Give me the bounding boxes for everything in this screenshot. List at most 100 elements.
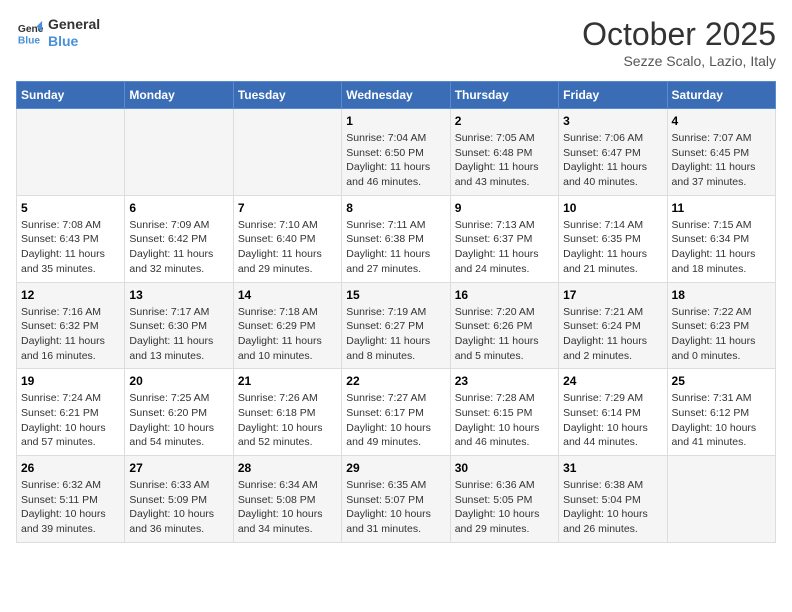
calendar-cell: 12 Sunrise: 7:16 AM Sunset: 6:32 PM Dayli… [17,282,125,369]
day-info: Sunrise: 7:04 AM Sunset: 6:50 PM Dayligh… [346,131,445,190]
day-info: Sunrise: 7:14 AM Sunset: 6:35 PM Dayligh… [563,218,662,277]
day-header-tuesday: Tuesday [233,82,341,109]
logo-icon: General Blue [16,19,44,47]
day-number: 13 [129,288,228,302]
calendar-cell: 9 Sunrise: 7:13 AM Sunset: 6:37 PM Daylig… [450,195,558,282]
day-info: Sunrise: 6:36 AM Sunset: 5:05 PM Dayligh… [455,478,554,537]
day-info: Sunrise: 7:25 AM Sunset: 6:20 PM Dayligh… [129,391,228,450]
logo-line1: General [48,16,100,33]
day-number: 31 [563,461,662,475]
calendar-cell [233,109,341,196]
calendar-cell: 28Sunrise: 6:34 AM Sunset: 5:08 PM Dayli… [233,456,341,543]
day-info: Sunrise: 6:38 AM Sunset: 5:04 PM Dayligh… [563,478,662,537]
calendar-cell: 27 Sunrise: 6:33 AM Sunset: 5:09 PM Dayli… [125,456,233,543]
day-info: Sunrise: 6:34 AM Sunset: 5:08 PM Dayligh… [238,478,337,537]
day-info: Sunrise: 7:10 AM Sunset: 6:40 PM Dayligh… [238,218,337,277]
day-number: 18 [672,288,771,302]
day-number: 9 [455,201,554,215]
day-info: Sunrise: 7:16 AM Sunset: 6:32 PM Dayligh… [21,305,120,364]
day-number: 2 [455,114,554,128]
day-info: Sunrise: 6:35 AM Sunset: 5:07 PM Dayligh… [346,478,445,537]
day-info: Sunrise: 7:28 AM Sunset: 6:15 PM Dayligh… [455,391,554,450]
day-info: Sunrise: 7:31 AM Sunset: 6:12 PM Dayligh… [672,391,771,450]
day-info: Sunrise: 7:05 AM Sunset: 6:48 PM Dayligh… [455,131,554,190]
day-info: Sunrise: 6:32 AM Sunset: 5:11 PM Dayligh… [21,478,120,537]
day-number: 22 [346,374,445,388]
day-number: 17 [563,288,662,302]
calendar-cell: 24Sunrise: 7:29 AM Sunset: 6:14 PM Dayli… [559,369,667,456]
day-info: Sunrise: 7:07 AM Sunset: 6:45 PM Dayligh… [672,131,771,190]
calendar-cell: 16 Sunrise: 7:20 AM Sunset: 6:26 PM Dayli… [450,282,558,369]
day-number: 23 [455,374,554,388]
day-number: 3 [563,114,662,128]
day-info: Sunrise: 7:17 AM Sunset: 6:30 PM Dayligh… [129,305,228,364]
day-info: Sunrise: 7:08 AM Sunset: 6:43 PM Dayligh… [21,218,120,277]
day-number: 24 [563,374,662,388]
calendar-cell: 21 Sunrise: 7:26 AM Sunset: 6:18 PM Dayli… [233,369,341,456]
day-number: 14 [238,288,337,302]
day-number: 1 [346,114,445,128]
day-info: Sunrise: 7:26 AM Sunset: 6:18 PM Dayligh… [238,391,337,450]
week-row-5: 26Sunrise: 6:32 AM Sunset: 5:11 PM Dayli… [17,456,776,543]
page-header: General Blue General Blue October 2025 S… [16,16,776,69]
day-info: Sunrise: 7:18 AM Sunset: 6:29 PM Dayligh… [238,305,337,364]
calendar-cell: 7 Sunrise: 7:10 AM Sunset: 6:40 PM Daylig… [233,195,341,282]
days-header-row: SundayMondayTuesdayWednesdayThursdayFrid… [17,82,776,109]
day-number: 25 [672,374,771,388]
day-number: 15 [346,288,445,302]
calendar-cell: 18 Sunrise: 7:22 AM Sunset: 6:23 PM Dayli… [667,282,775,369]
day-info: Sunrise: 7:11 AM Sunset: 6:38 PM Dayligh… [346,218,445,277]
day-info: Sunrise: 7:06 AM Sunset: 6:47 PM Dayligh… [563,131,662,190]
calendar-cell: 11 Sunrise: 7:15 AM Sunset: 6:34 PM Dayli… [667,195,775,282]
day-number: 16 [455,288,554,302]
day-header-monday: Monday [125,82,233,109]
day-number: 20 [129,374,228,388]
day-info: Sunrise: 7:20 AM Sunset: 6:26 PM Dayligh… [455,305,554,364]
calendar-cell: 29 Sunrise: 6:35 AM Sunset: 5:07 PM Dayli… [342,456,450,543]
svg-text:Blue: Blue [18,35,41,46]
day-info: Sunrise: 7:21 AM Sunset: 6:24 PM Dayligh… [563,305,662,364]
location-subtitle: Sezze Scalo, Lazio, Italy [582,53,776,69]
day-number: 21 [238,374,337,388]
day-info: Sunrise: 7:09 AM Sunset: 6:42 PM Dayligh… [129,218,228,277]
day-number: 10 [563,201,662,215]
day-header-saturday: Saturday [667,82,775,109]
calendar-cell: 10 Sunrise: 7:14 AM Sunset: 6:35 PM Dayli… [559,195,667,282]
day-info: Sunrise: 7:15 AM Sunset: 6:34 PM Dayligh… [672,218,771,277]
day-number: 29 [346,461,445,475]
calendar-cell: 17 Sunrise: 7:21 AM Sunset: 6:24 PM Dayli… [559,282,667,369]
day-number: 27 [129,461,228,475]
day-info: Sunrise: 7:22 AM Sunset: 6:23 PM Dayligh… [672,305,771,364]
week-row-3: 12 Sunrise: 7:16 AM Sunset: 6:32 PM Dayli… [17,282,776,369]
calendar-cell: 19Sunrise: 7:24 AM Sunset: 6:21 PM Dayli… [17,369,125,456]
calendar-cell: 1 Sunrise: 7:04 AM Sunset: 6:50 PM Daylig… [342,109,450,196]
calendar-cell: 3 Sunrise: 7:06 AM Sunset: 6:47 PM Daylig… [559,109,667,196]
calendar-cell [17,109,125,196]
calendar-cell: 26Sunrise: 6:32 AM Sunset: 5:11 PM Dayli… [17,456,125,543]
calendar-cell: 6Sunrise: 7:09 AM Sunset: 6:42 PM Daylig… [125,195,233,282]
day-number: 12 [21,288,120,302]
day-info: Sunrise: 6:33 AM Sunset: 5:09 PM Dayligh… [129,478,228,537]
calendar-cell: 30 Sunrise: 6:36 AM Sunset: 5:05 PM Dayli… [450,456,558,543]
day-number: 8 [346,201,445,215]
calendar-table: SundayMondayTuesdayWednesdayThursdayFrid… [16,81,776,543]
calendar-cell: 23 Sunrise: 7:28 AM Sunset: 6:15 PM Dayli… [450,369,558,456]
calendar-cell: 20 Sunrise: 7:25 AM Sunset: 6:20 PM Dayli… [125,369,233,456]
calendar-cell [667,456,775,543]
calendar-cell: 25 Sunrise: 7:31 AM Sunset: 6:12 PM Dayli… [667,369,775,456]
day-header-sunday: Sunday [17,82,125,109]
calendar-cell: 22Sunrise: 7:27 AM Sunset: 6:17 PM Dayli… [342,369,450,456]
month-title: October 2025 [582,16,776,53]
day-header-thursday: Thursday [450,82,558,109]
day-number: 11 [672,201,771,215]
day-number: 4 [672,114,771,128]
day-number: 7 [238,201,337,215]
day-number: 30 [455,461,554,475]
day-info: Sunrise: 7:13 AM Sunset: 6:37 PM Dayligh… [455,218,554,277]
week-row-1: 1 Sunrise: 7:04 AM Sunset: 6:50 PM Daylig… [17,109,776,196]
day-info: Sunrise: 7:24 AM Sunset: 6:21 PM Dayligh… [21,391,120,450]
week-row-2: 5Sunrise: 7:08 AM Sunset: 6:43 PM Daylig… [17,195,776,282]
calendar-cell: 15Sunrise: 7:19 AM Sunset: 6:27 PM Dayli… [342,282,450,369]
logo: General Blue General Blue [16,16,100,50]
calendar-cell: 2 Sunrise: 7:05 AM Sunset: 6:48 PM Daylig… [450,109,558,196]
